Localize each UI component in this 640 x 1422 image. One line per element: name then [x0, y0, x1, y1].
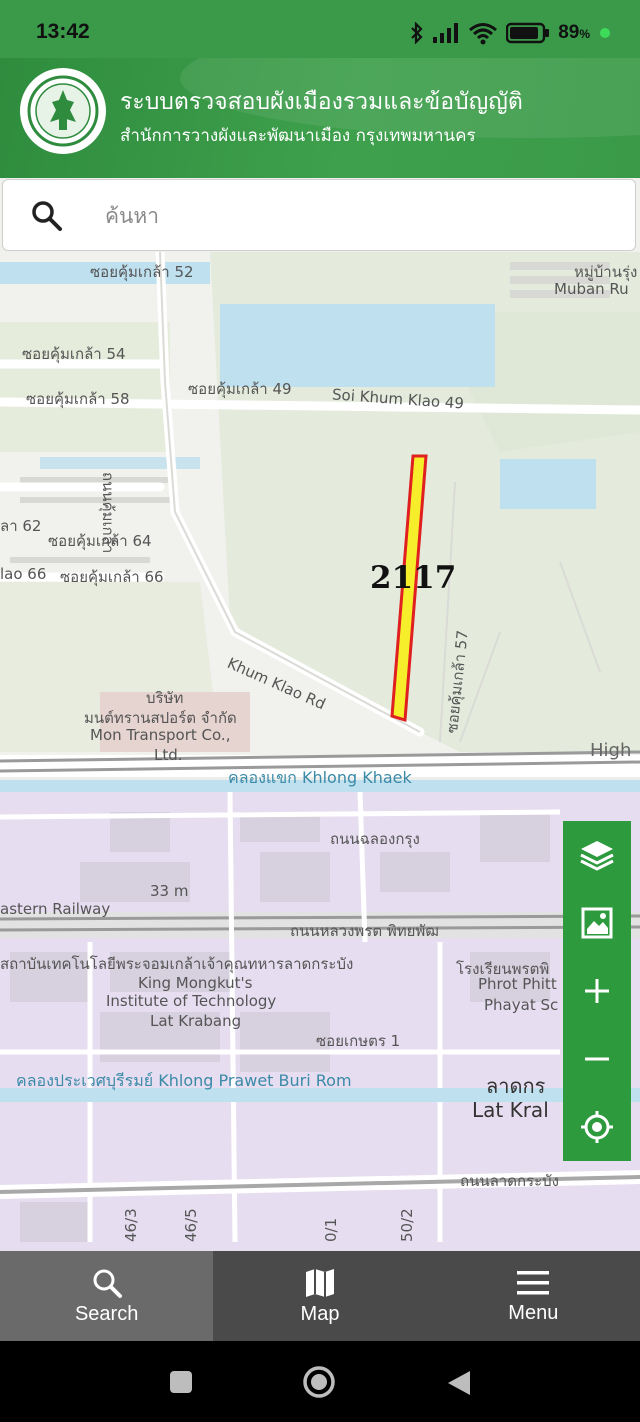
map-label: lao 66 [0, 565, 47, 583]
search-box[interactable] [2, 179, 636, 251]
app-header: ระบบตรวจสอบผังเมืองรวมและข้อบัญญัติ สำนั… [0, 58, 640, 178]
map-label: ลา 62 [0, 517, 42, 535]
recents-icon[interactable] [169, 1370, 193, 1394]
map-label: Lat Krabang [150, 1012, 242, 1030]
map-label: ซอยคุ้มเกล้า 66 [60, 568, 164, 586]
search-icon [93, 1269, 122, 1298]
map-label: Muban Ru [554, 280, 629, 298]
map-label: Phrot Phitt [478, 975, 557, 993]
search-icon[interactable] [31, 200, 63, 232]
map-label: 46/3 [122, 1208, 140, 1242]
parcel-number-label: 2117 [370, 560, 457, 596]
map-label: King Mongkut's [138, 974, 253, 992]
zoom-out-button[interactable] [573, 1035, 621, 1083]
zoom-out-icon [585, 1057, 609, 1061]
nav-map-label: Map [300, 1302, 340, 1325]
map-label: Mon Transport Co., [90, 726, 231, 744]
basemap-button[interactable] [573, 899, 621, 947]
zoom-in-icon [585, 979, 609, 1003]
map-label: Phayat Sc [484, 996, 559, 1014]
status-time: 13:42 [36, 20, 90, 43]
map-label: ซอยคุ้มเกล้า 58 [26, 390, 130, 408]
map-label: ซอยคุ้มเกล้า 52 [90, 263, 194, 281]
map-toolbar [563, 821, 631, 1161]
battery-icon [506, 22, 550, 44]
search-input[interactable] [103, 194, 607, 238]
app-subtitle: สำนักการวางผังและพัฒนาเมือง กรุงเทพมหานค… [120, 126, 476, 146]
map-label: คลองแขก Khlong Khaek [228, 768, 412, 787]
map-label: ซอยคุ้มเกล้า 64 [48, 532, 152, 550]
map-label: Institute of Technology [106, 992, 277, 1010]
locate-button[interactable] [573, 1103, 621, 1151]
map-label: 33 m [150, 882, 189, 900]
nav-menu-label: Menu [508, 1301, 559, 1324]
status-bar: 13:42 89% [0, 0, 640, 58]
map-label: 0/1 [322, 1217, 340, 1242]
nav-map[interactable]: Map [213, 1251, 426, 1341]
map-label: High [590, 740, 632, 761]
map-label: ซอยเกษตร 1 [316, 1032, 401, 1050]
menu-icon [517, 1270, 550, 1294]
map-label: ซอยคุ้มเกล้า 49 [188, 380, 292, 398]
map-label: astern Railway [0, 900, 111, 918]
map-label: ถนนลาดกระบัง [460, 1172, 559, 1190]
wifi-icon [469, 23, 498, 45]
nav-search[interactable]: Search [0, 1251, 214, 1341]
camera-indicator-dot [600, 28, 610, 38]
bottom-nav: Search Map Menu [0, 1251, 640, 1341]
map-label: Ltd. [154, 746, 183, 764]
signal-icon [433, 23, 459, 43]
bluetooth-icon [411, 22, 423, 44]
map-label: Lat Kral [472, 1098, 549, 1122]
bma-logo-icon [20, 68, 106, 154]
map-label: 46/5 [182, 1208, 200, 1242]
status-icons: 89% [410, 20, 610, 46]
map-view[interactable]: ซอยคุ้มเกล้า 52 หมู่บ้านรุ่ง Muban Ru ซอ… [0, 252, 640, 1251]
layers-button[interactable] [573, 831, 621, 879]
zoom-in-button[interactable] [573, 967, 621, 1015]
map-label: ถนนฉลองกรุง [330, 830, 420, 848]
battery-percent: 89% [558, 22, 590, 43]
map-label: ซอยคุ้มเกล้า 54 [22, 345, 126, 363]
back-icon[interactable] [446, 1369, 472, 1397]
map-label: สถาบันเทคโนโลยีพระจอมเกล้าเจ้าคุณทหารลาด… [0, 955, 354, 973]
layers-icon [580, 841, 614, 871]
map-label: คลองประเวศบุรีรมย์ Khlong Prawet Buri Ro… [16, 1071, 352, 1090]
map-label: ถนนหลวงพรต พิทยพัฒ [290, 922, 439, 940]
locate-icon [581, 1111, 613, 1143]
home-icon[interactable] [302, 1365, 336, 1399]
map-label: 50/2 [398, 1208, 416, 1242]
nav-menu[interactable]: Menu [427, 1251, 640, 1341]
nav-search-label: Search [74, 1302, 139, 1325]
basemap-icon [581, 907, 613, 939]
system-nav-bar [0, 1341, 640, 1422]
app-title: ระบบตรวจสอบผังเมืองรวมและข้อบัญญัติ [120, 89, 523, 115]
map-icon [305, 1268, 334, 1297]
